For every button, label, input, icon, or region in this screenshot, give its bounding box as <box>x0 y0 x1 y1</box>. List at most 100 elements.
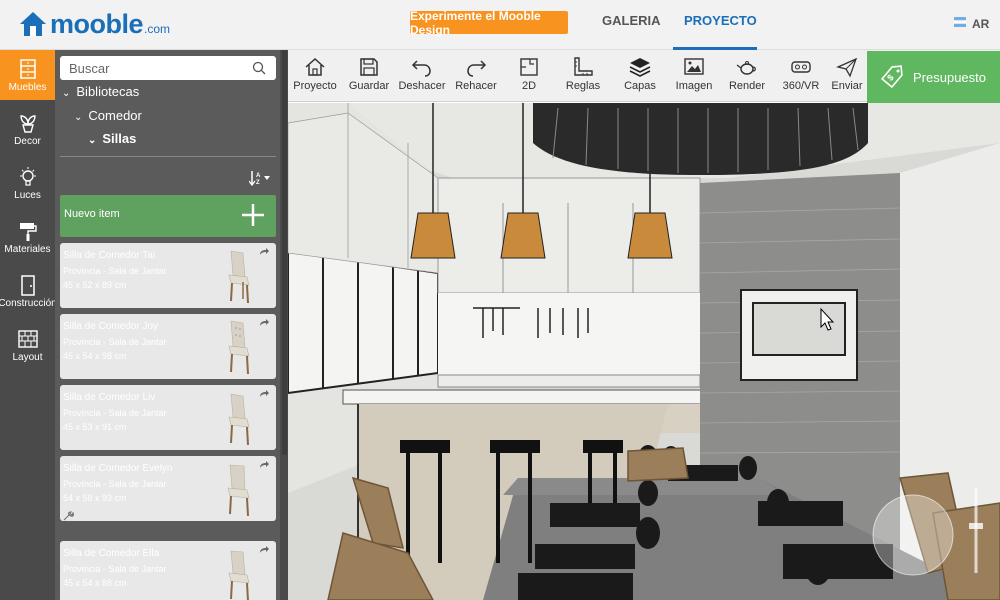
3d-viewport[interactable] <box>288 103 1000 600</box>
category-luces[interactable]: Luces <box>0 158 55 208</box>
brick-wall-icon <box>17 330 38 348</box>
svg-text:$: $ <box>885 72 896 83</box>
library-scrollbar-thumb[interactable] <box>282 50 287 455</box>
floorplan-icon <box>520 58 538 76</box>
item-name: Silla de Comedor Tai <box>63 250 156 261</box>
category-materiales[interactable]: Materiales <box>0 212 55 262</box>
chair-thumbnail <box>228 550 250 600</box>
wrench-icon[interactable] <box>63 511 75 521</box>
svg-text:A: A <box>256 173 261 179</box>
new-item-label: Nuevo item <box>64 208 120 220</box>
kitchen-scene-render <box>288 103 1000 600</box>
share-icon[interactable] <box>259 247 270 256</box>
nav-galeria[interactable]: GALERIA <box>602 13 661 28</box>
item-brand: Província - Sala de Jantar <box>63 408 167 418</box>
share-icon[interactable] <box>259 389 270 398</box>
category-decor[interactable]: Decor <box>0 104 55 154</box>
item-dims: 45 x 54 x 98 cm <box>63 351 127 361</box>
tool-guardar-button[interactable]: Guardar <box>342 56 396 92</box>
category-muebles[interactable]: Muebles <box>0 50 55 100</box>
library-item-card[interactable]: Silla de Comedor Evelyn Província - Sala… <box>60 456 276 521</box>
chair-thumbnail <box>227 464 250 517</box>
category-sidebar: Muebles Decor Luces Materiales Construcc… <box>0 50 57 600</box>
category-layout[interactable]: Layout <box>0 320 55 370</box>
chair-thumbnail <box>228 393 250 446</box>
tree-item-bibliotecas[interactable]: ⌄ Bibliotecas <box>62 84 139 99</box>
tree-item-comedor[interactable]: ⌄ Comedor <box>74 108 142 123</box>
item-name: Silla de Comedor Evelyn <box>63 463 173 474</box>
undo-icon <box>411 60 431 77</box>
item-brand: Província - Sala de Jantar <box>63 564 167 574</box>
item-brand: Província - Sala de Jantar <box>63 479 167 489</box>
search-icon[interactable] <box>252 61 266 75</box>
tool-deshacer-button[interactable]: Deshacer <box>395 56 449 92</box>
chevron-down-icon: ⌄ <box>74 112 83 123</box>
library-item-card[interactable]: Silla de Comedor Liv Província - Sala de… <box>60 385 276 450</box>
door-icon <box>20 275 35 296</box>
chair-thumbnail <box>228 320 250 375</box>
tool-render-button[interactable]: Render <box>720 56 774 92</box>
item-brand: Província - Sala de Jantar <box>63 266 167 276</box>
share-icon[interactable] <box>259 318 270 327</box>
teapot-icon <box>736 61 756 75</box>
vr-icon <box>791 61 811 73</box>
nav-proyecto[interactable]: PROYECTO <box>684 13 757 28</box>
tool-2d-button[interactable]: 2D <box>502 56 556 92</box>
cabinet-icon <box>19 59 36 79</box>
language-selector[interactable]: AR <box>972 17 989 31</box>
item-name: Silla de Comedor Ella <box>63 548 160 559</box>
chair-thumbnail <box>228 250 250 304</box>
svg-text:Z: Z <box>256 180 260 186</box>
tool-360vr-button[interactable]: 360/VR <box>774 56 828 92</box>
tool-rehacer-button[interactable]: Rehacer <box>449 56 503 92</box>
presupuesto-label: Presupuesto <box>913 69 986 85</box>
item-name: Silla de Comedor Liv <box>63 392 156 403</box>
library-item-card[interactable]: Silla de Comedor Joy Província - Sala de… <box>60 314 276 379</box>
tree-item-sillas[interactable]: ⌄ Sillas <box>88 131 136 146</box>
chandelier <box>533 103 868 175</box>
logo-text: mooble <box>50 8 144 39</box>
library-item-card[interactable]: Silla de Comedor Ella Província - Sala d… <box>60 541 276 600</box>
send-icon <box>836 57 858 78</box>
tool-reglas-button[interactable]: Reglas <box>556 56 610 92</box>
category-label: Luces <box>14 190 41 201</box>
share-icon[interactable] <box>259 460 270 469</box>
category-label: Materiales <box>4 244 51 255</box>
image-icon <box>684 58 704 75</box>
share-icon[interactable] <box>259 545 270 554</box>
house-logo-icon <box>20 12 46 36</box>
tool-enviar-button[interactable]: Enviar <box>827 56 867 92</box>
search-input[interactable] <box>69 60 249 76</box>
paint-roller-icon <box>19 223 37 241</box>
plus-icon <box>242 204 264 226</box>
category-construccion[interactable]: Construcción <box>0 266 57 316</box>
new-item-button[interactable]: Nuevo item <box>60 195 276 237</box>
logo-suffix: .com <box>144 22 171 36</box>
library-item-card[interactable]: Silla de Comedor Tai Província - Sala de… <box>60 243 276 308</box>
tool-proyecto-button[interactable]: Proyecto <box>288 56 342 92</box>
mooble-design-cta-button[interactable]: Experimente el Mooble Design <box>410 9 568 37</box>
bulb-icon <box>19 167 36 186</box>
item-brand: Província - Sala de Jantar <box>63 337 167 347</box>
mooble-app: mooble .com Experimente el Mooble Design… <box>0 0 1000 600</box>
mooble-logo[interactable]: mooble .com <box>18 8 170 40</box>
argentina-flag-icon[interactable] <box>954 17 966 27</box>
category-label: Decor <box>14 136 41 147</box>
category-label: Construcción <box>0 298 57 309</box>
item-dims: 45 x 54 x 88 cm <box>63 578 127 588</box>
sort-az-icon[interactable]: A Z <box>249 170 273 186</box>
divider <box>60 156 276 157</box>
tool-capas-button[interactable]: Capas <box>613 56 667 92</box>
item-dims: 45 x 52 x 89 cm <box>63 280 127 290</box>
item-name: Silla de Comedor Joy <box>63 321 159 332</box>
editor-toolbar: Proyecto Guardar Deshacer Rehacer 2D Reg… <box>288 50 1000 103</box>
price-tag-icon: $ <box>880 65 903 89</box>
tool-imagen-button[interactable]: Imagen <box>667 56 721 92</box>
chevron-down-icon: ⌄ <box>88 135 97 146</box>
item-dims: 54 x 58 x 93 cm <box>63 493 127 503</box>
layers-icon <box>629 58 651 77</box>
search-box[interactable] <box>60 56 276 80</box>
presupuesto-button[interactable]: $ Presupuesto <box>867 51 1000 103</box>
save-icon <box>360 58 378 76</box>
top-header: mooble .com Experimente el Mooble Design… <box>0 0 1000 50</box>
